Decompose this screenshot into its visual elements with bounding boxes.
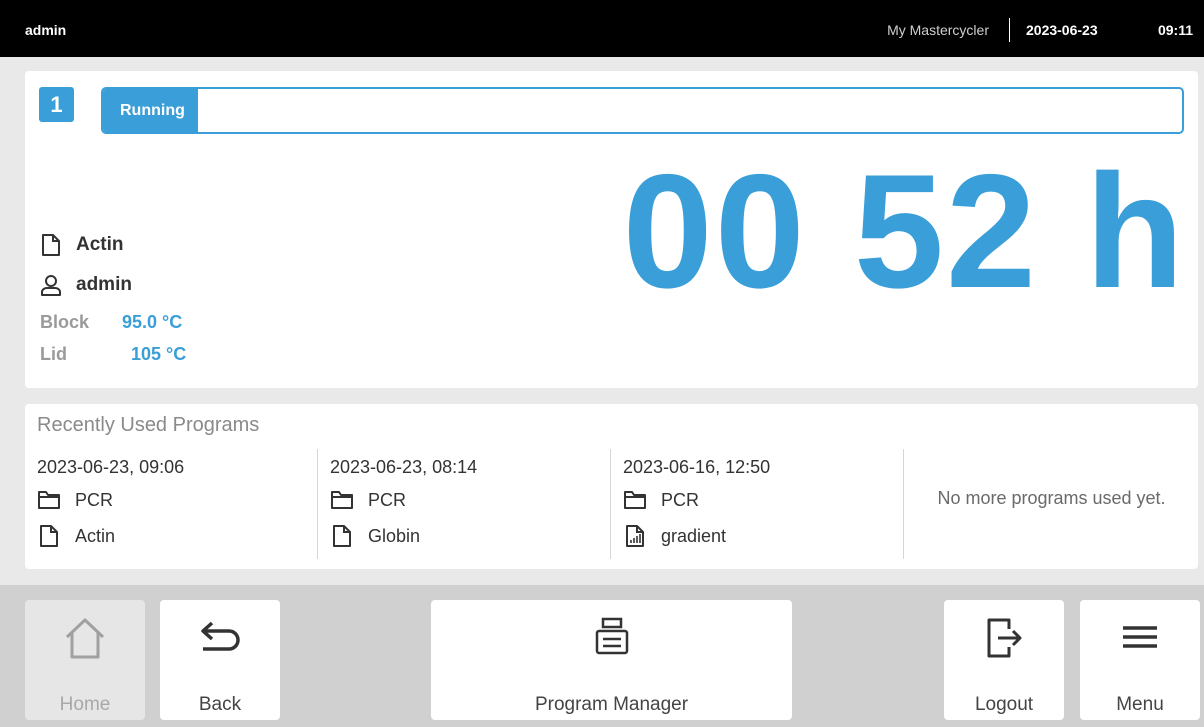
logout-button[interactable]: Logout (944, 600, 1064, 720)
file-icon (333, 525, 351, 547)
program-manager-button-label: Program Manager (534, 694, 689, 715)
program-row: Actin (40, 231, 124, 259)
recent-programs-title: Recently Used Programs (37, 414, 260, 436)
file-icon (42, 234, 60, 256)
folder-icon (624, 491, 646, 509)
recent-program-name: gradient (661, 525, 727, 546)
recent-program-folder: PCR (368, 489, 407, 510)
recent-programs-panel: Recently Used Programs 2023-06-23, 09:06… (25, 404, 1198, 569)
empty-message: No more programs used yet. (937, 488, 1166, 508)
recent-programs-empty: No more programs used yet. (905, 449, 1198, 559)
home-icon (65, 618, 105, 659)
recent-program-item[interactable]: 2023-06-23, 09:06 PCR Actin (25, 449, 318, 559)
logged-in-user: admin (25, 22, 67, 38)
run-user: admin (76, 274, 132, 295)
recent-program-folder: PCR (75, 489, 114, 510)
folder-icon (38, 491, 60, 509)
run-status-panel[interactable]: 1 Running Actin admin Block 95.0 °C Lid … (25, 71, 1198, 388)
run-progress-bar: Running (101, 87, 1184, 134)
current-time: 09:11 (1157, 22, 1193, 38)
user-row: admin (40, 271, 132, 299)
user-icon (41, 275, 61, 296)
remaining-time: 00 52 h (622, 141, 1186, 322)
recent-program-datetime: 2023-06-23, 08:14 (330, 457, 478, 477)
program-name: Actin (76, 234, 124, 255)
back-arrow-icon (201, 621, 240, 651)
back-button-label: Back (198, 694, 242, 715)
recent-program-item[interactable]: 2023-06-23, 08:14 PCR Globin (318, 449, 611, 559)
lid-temp-value: 105 °C (131, 344, 187, 364)
lid-temp-row: Lid 105 °C (40, 344, 186, 370)
recent-program-datetime: 2023-06-23, 09:06 (37, 457, 185, 477)
current-date: 2023-06-23 (1026, 22, 1098, 38)
back-button[interactable]: Back (160, 600, 280, 720)
logout-icon (987, 618, 1022, 658)
status-divider (1009, 18, 1010, 42)
status-bar: admin My Mastercycler 2023-06-23 09:11 (0, 0, 1204, 57)
bottom-navigation-bar: Home Back Program Manager Logout Menu (0, 585, 1204, 727)
menu-button-label: Menu (1116, 694, 1164, 715)
gradient-file-icon (626, 525, 644, 547)
program-manager-button[interactable]: Program Manager (431, 600, 792, 720)
block-temp-value: 95.0 °C (122, 312, 183, 332)
logout-button-label: Logout (974, 694, 1034, 715)
file-icon (40, 525, 58, 547)
run-status-label: Running (120, 102, 185, 119)
block-number-badge: 1 (39, 87, 74, 122)
recent-program-item[interactable]: 2023-06-16, 12:50 PCR gradient (611, 449, 904, 559)
block-temp-label: Block (40, 312, 90, 332)
folder-icon (331, 491, 353, 509)
recent-program-name: Globin (368, 525, 421, 546)
recent-program-name: Actin (75, 525, 116, 546)
device-name: My Mastercycler (887, 22, 989, 38)
home-button-label: Home (59, 694, 111, 715)
recent-program-datetime: 2023-06-16, 12:50 (623, 457, 771, 477)
menu-button[interactable]: Menu (1080, 600, 1200, 720)
recent-program-folder: PCR (661, 489, 700, 510)
block-temp-row: Block 95.0 °C (40, 312, 182, 338)
program-manager-icon (595, 617, 628, 655)
lid-temp-label: Lid (40, 344, 67, 364)
home-button[interactable]: Home (25, 600, 145, 720)
menu-icon (1123, 626, 1157, 648)
